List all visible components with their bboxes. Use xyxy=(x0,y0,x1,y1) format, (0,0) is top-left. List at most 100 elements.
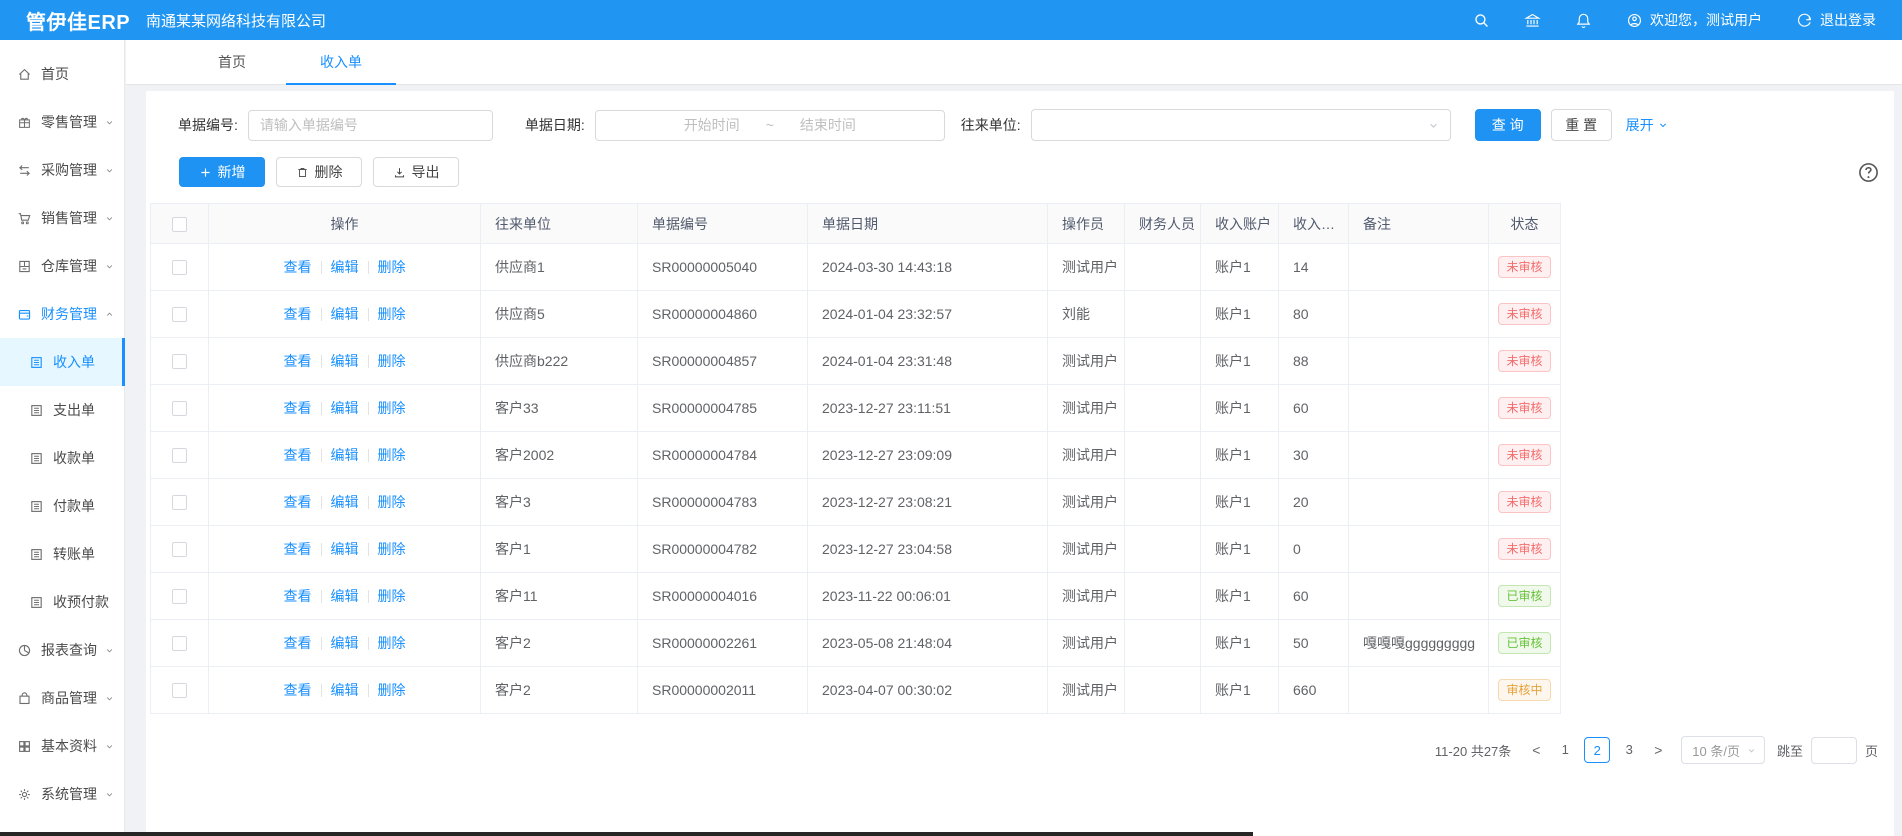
status-badge: 未审核 xyxy=(1498,303,1550,325)
page-button-3[interactable]: 3 xyxy=(1616,737,1642,763)
edit-link[interactable]: 编辑 xyxy=(331,259,359,275)
row-checkbox[interactable] xyxy=(172,307,187,322)
cell-date: 2023-04-07 00:30:02 xyxy=(808,667,1048,714)
sidebar-item-receipt[interactable]: 收款单 xyxy=(0,434,124,482)
sidebar-item-prepaid[interactable]: 收预付款 xyxy=(0,578,124,626)
view-link[interactable]: 查看 xyxy=(284,306,312,322)
sidebar-item-payment[interactable]: 付款单 xyxy=(0,482,124,530)
export-button[interactable]: 导出 xyxy=(373,157,459,187)
sidebar-item-system[interactable]: 系统管理 xyxy=(0,770,124,818)
app-logo: 管伊佳ERP xyxy=(26,6,134,35)
column-header: 单据日期 xyxy=(808,204,1048,244)
sidebar-item-expense[interactable]: 支出单 xyxy=(0,386,124,434)
sidebar-item-label: 财务管理 xyxy=(41,304,97,324)
edit-link[interactable]: 编辑 xyxy=(331,306,359,322)
row-checkbox[interactable] xyxy=(172,542,187,557)
edit-link[interactable]: 编辑 xyxy=(331,541,359,557)
help-icon[interactable] xyxy=(1857,161,1880,184)
bell-icon[interactable] xyxy=(1575,12,1592,29)
date-range-picker[interactable]: 开始时间 ~ 结束时间 xyxy=(595,110,945,141)
page-button-2[interactable]: 2 xyxy=(1584,737,1610,763)
delete-link[interactable]: 删除 xyxy=(378,682,406,698)
edit-link[interactable]: 编辑 xyxy=(331,447,359,463)
cell-bill-no: SR00000002011 xyxy=(638,667,808,714)
sidebar-item-sales[interactable]: 销售管理 xyxy=(0,194,124,242)
row-checkbox[interactable] xyxy=(172,495,187,510)
table-row: 查看编辑删除供应商b222SR000000048572024-01-04 23:… xyxy=(151,338,1561,385)
sidebar-item-purchase[interactable]: 采购管理 xyxy=(0,146,124,194)
view-link[interactable]: 查看 xyxy=(284,541,312,557)
sidebar-item-warehouse[interactable]: 仓库管理 xyxy=(0,242,124,290)
page-button-1[interactable]: 1 xyxy=(1552,737,1578,763)
cell-bill-no: SR00000004016 xyxy=(638,573,808,620)
edit-link[interactable]: 编辑 xyxy=(331,635,359,651)
view-link[interactable]: 查看 xyxy=(284,588,312,604)
date-start-placeholder: 开始时间 xyxy=(684,115,740,135)
jump-page-input[interactable] xyxy=(1811,737,1857,764)
edit-link[interactable]: 编辑 xyxy=(331,588,359,604)
delete-button[interactable]: 删除 xyxy=(276,157,362,187)
row-checkbox[interactable] xyxy=(172,401,187,416)
page-size-select[interactable]: 10 条/页 xyxy=(1681,736,1765,764)
column-header: 往来单位 xyxy=(481,204,638,244)
doc-icon xyxy=(29,451,44,466)
delete-link[interactable]: 删除 xyxy=(378,588,406,604)
system-icon xyxy=(17,787,32,802)
sidebar-item-report[interactable]: 报表查询 xyxy=(0,626,124,674)
delete-link[interactable]: 删除 xyxy=(378,259,406,275)
sidebar-item-transfer[interactable]: 转账单 xyxy=(0,530,124,578)
delete-link[interactable]: 删除 xyxy=(378,400,406,416)
sidebar-item-goods[interactable]: 商品管理 xyxy=(0,674,124,722)
delete-link[interactable]: 删除 xyxy=(378,306,406,322)
sidebar-item-retail[interactable]: 零售管理 xyxy=(0,98,124,146)
delete-link[interactable]: 删除 xyxy=(378,541,406,557)
view-link[interactable]: 查看 xyxy=(284,494,312,510)
cell-account: 账户1 xyxy=(1201,573,1279,620)
view-link[interactable]: 查看 xyxy=(284,682,312,698)
next-page-button[interactable]: > xyxy=(1645,742,1671,758)
row-checkbox[interactable] xyxy=(172,683,187,698)
prev-page-button[interactable]: < xyxy=(1523,742,1549,758)
view-link[interactable]: 查看 xyxy=(284,259,312,275)
delete-link[interactable]: 删除 xyxy=(378,635,406,651)
partner-select[interactable] xyxy=(1031,109,1451,141)
select-all-checkbox[interactable] xyxy=(172,217,187,232)
edit-link[interactable]: 编辑 xyxy=(331,682,359,698)
search-icon[interactable] xyxy=(1473,12,1490,29)
cell-partner: 客户2002 xyxy=(481,432,638,479)
sidebar-item-basic[interactable]: 基本资料 xyxy=(0,722,124,770)
expand-link[interactable]: 展开 xyxy=(1626,115,1669,135)
top-header: 管伊佳ERP 南通某某网络科技有限公司 欢迎您，测试用户 退出登录 xyxy=(0,0,1902,40)
sidebar-item-income[interactable]: 收入单 xyxy=(0,338,124,386)
row-checkbox[interactable] xyxy=(172,354,187,369)
table-row: 查看编辑删除供应商1SR000000050402024-03-30 14:43:… xyxy=(151,244,1561,291)
sidebar-item-home[interactable]: 首页 xyxy=(0,50,124,98)
delete-link[interactable]: 删除 xyxy=(378,447,406,463)
delete-link[interactable]: 删除 xyxy=(378,494,406,510)
cell-account: 账户1 xyxy=(1201,620,1279,667)
add-button[interactable]: 新增 xyxy=(179,157,265,187)
row-checkbox[interactable] xyxy=(172,636,187,651)
edit-link[interactable]: 编辑 xyxy=(331,400,359,416)
view-link[interactable]: 查看 xyxy=(284,447,312,463)
edit-link[interactable]: 编辑 xyxy=(331,353,359,369)
welcome-user[interactable]: 欢迎您，测试用户 xyxy=(1626,10,1762,30)
row-checkbox[interactable] xyxy=(172,260,187,275)
table-row: 查看编辑删除客户33SR000000047852023-12-27 23:11:… xyxy=(151,385,1561,432)
view-link[interactable]: 查看 xyxy=(284,353,312,369)
sidebar-item-finance[interactable]: 财务管理 xyxy=(0,290,124,338)
view-link[interactable]: 查看 xyxy=(284,400,312,416)
bill-no-input[interactable] xyxy=(248,110,493,141)
bank-icon[interactable] xyxy=(1524,12,1541,29)
tab-income[interactable]: 收入单 xyxy=(286,40,396,84)
logout-button[interactable]: 退出登录 xyxy=(1796,10,1876,30)
row-checkbox[interactable] xyxy=(172,589,187,604)
edit-link[interactable]: 编辑 xyxy=(331,494,359,510)
search-button[interactable]: 查 询 xyxy=(1475,109,1541,141)
reset-button[interactable]: 重 置 xyxy=(1551,109,1612,141)
tab-home[interactable]: 首页 xyxy=(184,40,280,84)
export-icon xyxy=(393,166,406,179)
view-link[interactable]: 查看 xyxy=(284,635,312,651)
delete-link[interactable]: 删除 xyxy=(378,353,406,369)
row-checkbox[interactable] xyxy=(172,448,187,463)
